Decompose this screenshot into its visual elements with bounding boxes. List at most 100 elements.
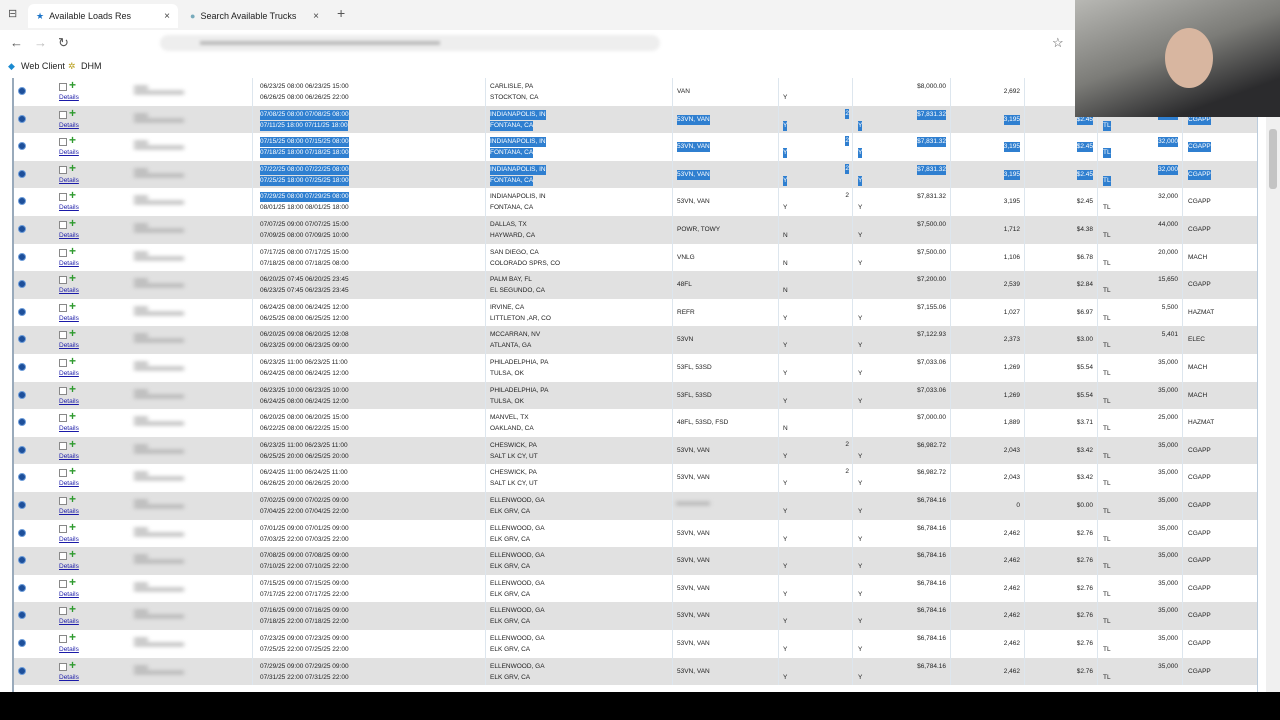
- select-checkbox[interactable]: [59, 276, 67, 285]
- add-icon[interactable]: +: [69, 217, 76, 229]
- add-icon[interactable]: +: [69, 272, 76, 284]
- select-checkbox[interactable]: [59, 248, 67, 257]
- details-link[interactable]: Details: [59, 618, 79, 625]
- table-row[interactable]: + Details 07/23/25 09:00 07/23/25 09:00 0…: [14, 630, 1257, 658]
- globe-icon[interactable]: [18, 142, 26, 151]
- add-icon[interactable]: +: [69, 438, 76, 450]
- details-link[interactable]: Details: [59, 177, 79, 184]
- table-row[interactable]: + Details 06/20/25 08:00 06/20/25 15:00 0…: [14, 409, 1257, 437]
- select-checkbox[interactable]: [59, 138, 67, 147]
- table-row[interactable]: + Details 07/16/25 09:00 07/16/25 09:00 0…: [14, 602, 1257, 630]
- details-link[interactable]: Details: [59, 149, 79, 156]
- add-icon[interactable]: +: [69, 383, 76, 395]
- select-checkbox[interactable]: [59, 497, 67, 505]
- close-tab-icon[interactable]: ×: [313, 11, 319, 22]
- table-row[interactable]: + Details 07/08/25 08:00 07/08/25 08:00 0…: [14, 105, 1257, 134]
- table-row[interactable]: + Details 07/22/25 08:00 07/22/25 08:00 0…: [14, 160, 1257, 189]
- table-row[interactable]: + Details 06/23/25 11:00 06/23/25 11:00 0…: [14, 436, 1257, 465]
- tab-actions-icon[interactable]: ⊟: [8, 7, 17, 20]
- table-row[interactable]: + Details 06/23/25 11:00 06/23/25 11:00 0…: [14, 354, 1257, 382]
- add-icon[interactable]: +: [69, 355, 76, 367]
- table-row[interactable]: + Details 07/29/25 08:00 07/29/25 08:00 0…: [14, 188, 1257, 216]
- table-row[interactable]: + Details 06/20/25 07:45 06/20/25 23:45 0…: [14, 271, 1257, 299]
- details-link[interactable]: Details: [59, 674, 79, 681]
- details-link[interactable]: Details: [59, 315, 79, 322]
- add-icon[interactable]: +: [69, 245, 76, 257]
- add-icon[interactable]: +: [69, 327, 76, 339]
- table-row[interactable]: + Details 06/24/25 08:00 06/24/25 12:00 0…: [14, 298, 1257, 327]
- details-link[interactable]: Details: [59, 232, 79, 239]
- globe-icon[interactable]: [18, 390, 26, 399]
- details-link[interactable]: Details: [59, 508, 79, 515]
- globe-icon[interactable]: [18, 418, 26, 427]
- table-row[interactable]: + Details 07/02/25 09:00 07/02/25 09:00 0…: [14, 492, 1257, 520]
- select-checkbox[interactable]: [59, 303, 67, 312]
- globe-icon[interactable]: [18, 280, 26, 289]
- globe-icon[interactable]: [18, 639, 26, 647]
- select-checkbox[interactable]: [59, 662, 67, 671]
- select-checkbox[interactable]: [59, 524, 67, 533]
- details-link[interactable]: Details: [59, 287, 79, 294]
- forward-icon[interactable]: →: [34, 35, 47, 50]
- globe-icon[interactable]: [18, 307, 26, 316]
- globe-icon[interactable]: [18, 197, 26, 206]
- back-icon[interactable]: ←: [10, 35, 23, 50]
- details-link[interactable]: Details: [59, 480, 79, 487]
- details-link[interactable]: Details: [59, 591, 79, 598]
- table-row[interactable]: + Details 07/17/25 08:00 07/17/25 15:00 0…: [14, 243, 1257, 272]
- select-checkbox[interactable]: [59, 552, 67, 561]
- details-link[interactable]: Details: [59, 563, 79, 570]
- vertical-scrollbar[interactable]: [1266, 117, 1280, 692]
- add-icon[interactable]: +: [69, 189, 76, 201]
- globe-icon[interactable]: [18, 583, 26, 592]
- add-icon[interactable]: +: [69, 134, 76, 146]
- tab-available-loads[interactable]: ★ Available Loads Res ×: [28, 4, 178, 28]
- table-row[interactable]: + Details 07/07/25 09:00 07/07/25 15:00 0…: [14, 216, 1257, 244]
- table-row[interactable]: + Details 07/15/25 09:00 07/15/25 09:00 0…: [14, 574, 1257, 603]
- details-link[interactable]: Details: [59, 94, 79, 101]
- add-icon[interactable]: +: [69, 300, 76, 312]
- select-checkbox[interactable]: [59, 386, 67, 395]
- table-row[interactable]: + Details 07/29/25 09:00 07/29/25 09:00 0…: [14, 657, 1257, 686]
- globe-icon[interactable]: [18, 528, 26, 537]
- globe-icon[interactable]: [18, 114, 26, 123]
- details-link[interactable]: Details: [59, 398, 79, 405]
- globe-icon[interactable]: [18, 169, 26, 178]
- details-link[interactable]: Details: [59, 204, 79, 211]
- address-bar[interactable]: [160, 35, 660, 51]
- table-row[interactable]: + Details 06/23/25 10:00 06/23/25 10:00 0…: [14, 381, 1257, 410]
- select-checkbox[interactable]: [59, 110, 67, 119]
- globe-icon[interactable]: [18, 556, 26, 565]
- globe-icon[interactable]: [18, 666, 26, 675]
- select-checkbox[interactable]: [59, 579, 67, 588]
- table-row[interactable]: + Details 06/24/25 11:00 06/24/25 11:00 0…: [14, 464, 1257, 492]
- new-tab-button[interactable]: +: [337, 5, 345, 21]
- add-icon[interactable]: +: [69, 79, 76, 91]
- details-link[interactable]: Details: [59, 536, 79, 543]
- table-row[interactable]: + Details 07/15/25 08:00 07/15/25 08:00 0…: [14, 133, 1257, 161]
- add-icon[interactable]: +: [69, 493, 76, 505]
- bookmark-web-client[interactable]: Web Client: [21, 61, 65, 71]
- select-checkbox[interactable]: [59, 469, 67, 478]
- globe-icon[interactable]: [18, 501, 26, 509]
- select-checkbox[interactable]: [59, 193, 67, 202]
- add-icon[interactable]: +: [69, 107, 76, 119]
- select-checkbox[interactable]: [59, 635, 67, 643]
- globe-icon[interactable]: [18, 335, 26, 344]
- add-icon[interactable]: +: [69, 631, 76, 643]
- add-icon[interactable]: +: [69, 548, 76, 560]
- select-checkbox[interactable]: [59, 165, 67, 174]
- details-link[interactable]: Details: [59, 425, 79, 432]
- select-checkbox[interactable]: [59, 607, 67, 616]
- details-link[interactable]: Details: [59, 453, 79, 460]
- details-link[interactable]: Details: [59, 646, 79, 653]
- globe-icon[interactable]: [18, 87, 26, 95]
- bookmark-dhm[interactable]: DHM: [81, 61, 102, 71]
- add-icon[interactable]: +: [69, 659, 76, 671]
- close-tab-icon[interactable]: ×: [164, 11, 170, 22]
- table-row[interactable]: + Details 07/01/25 09:00 07/01/25 09:00 0…: [14, 519, 1257, 548]
- globe-icon[interactable]: [18, 445, 26, 454]
- details-link[interactable]: Details: [59, 260, 79, 267]
- select-checkbox[interactable]: [59, 441, 67, 450]
- select-checkbox[interactable]: [59, 83, 67, 91]
